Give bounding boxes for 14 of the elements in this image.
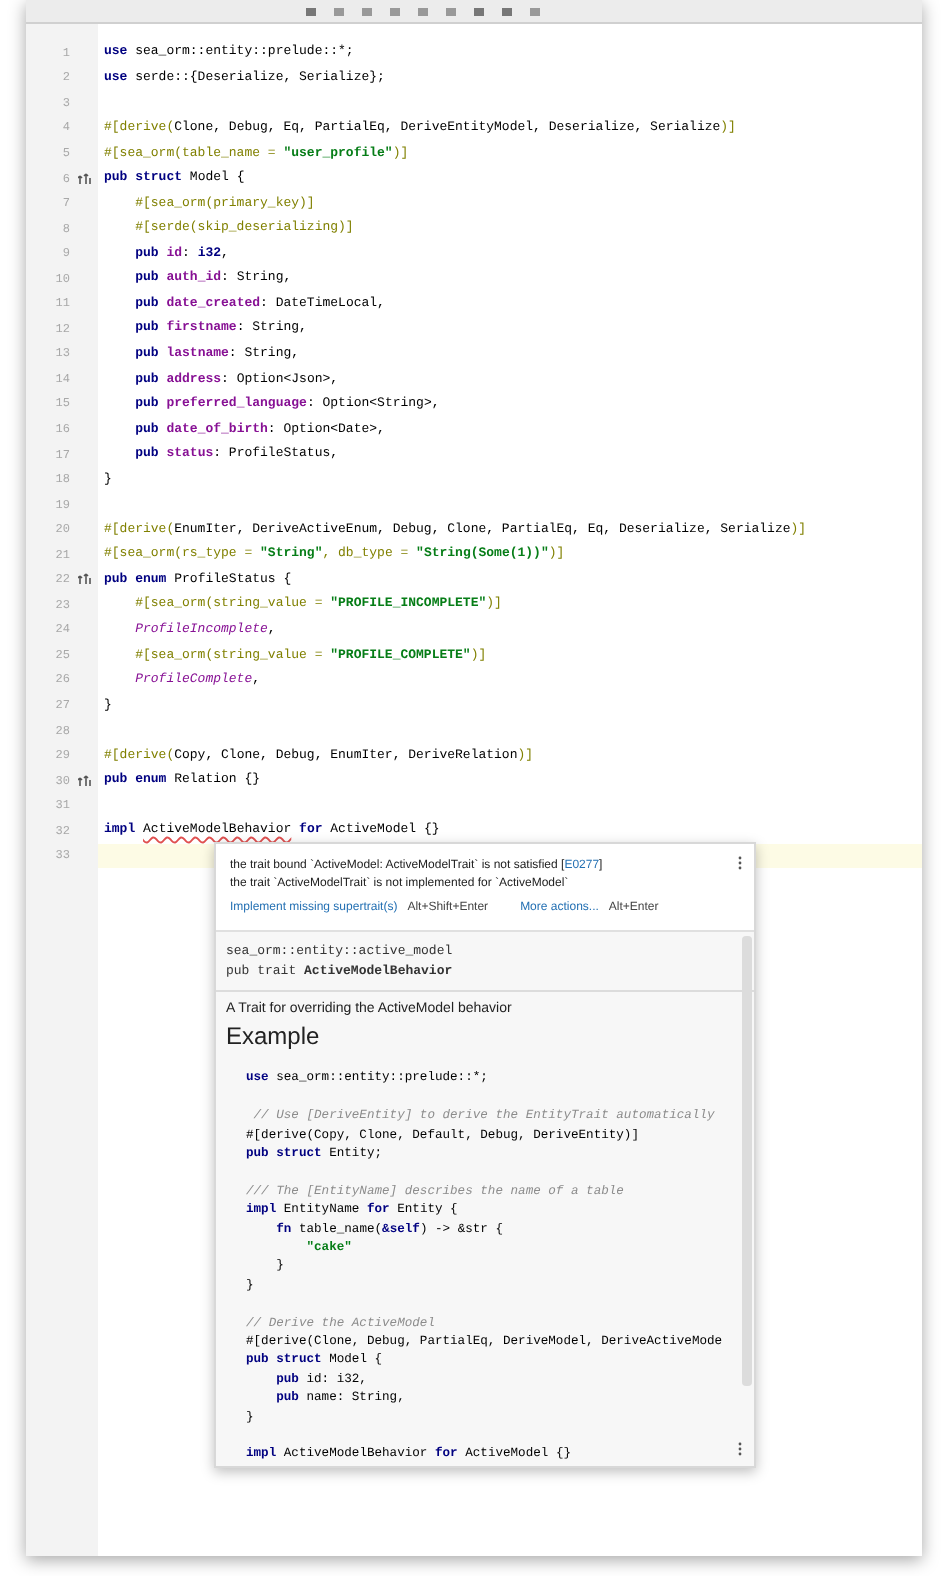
toolbar-icon[interactable] bbox=[306, 7, 316, 15]
implementations-icon[interactable] bbox=[78, 773, 92, 788]
toolbar-icon[interactable] bbox=[474, 7, 484, 15]
implementations-icon[interactable] bbox=[78, 171, 92, 185]
toolbar-icon[interactable] bbox=[530, 7, 540, 15]
doc-heading: Example bbox=[224, 1021, 322, 1051]
scrollbar[interactable] bbox=[742, 936, 752, 1386]
toolbar-icon[interactable] bbox=[502, 7, 512, 15]
toolbar-icon[interactable] bbox=[362, 7, 372, 15]
toolbar-icon[interactable] bbox=[334, 7, 344, 15]
toolbar-icon[interactable] bbox=[390, 7, 400, 15]
implementations-icon[interactable] bbox=[78, 572, 92, 587]
toolbar-icon[interactable] bbox=[418, 7, 428, 15]
toolbar-icon[interactable] bbox=[446, 7, 456, 15]
